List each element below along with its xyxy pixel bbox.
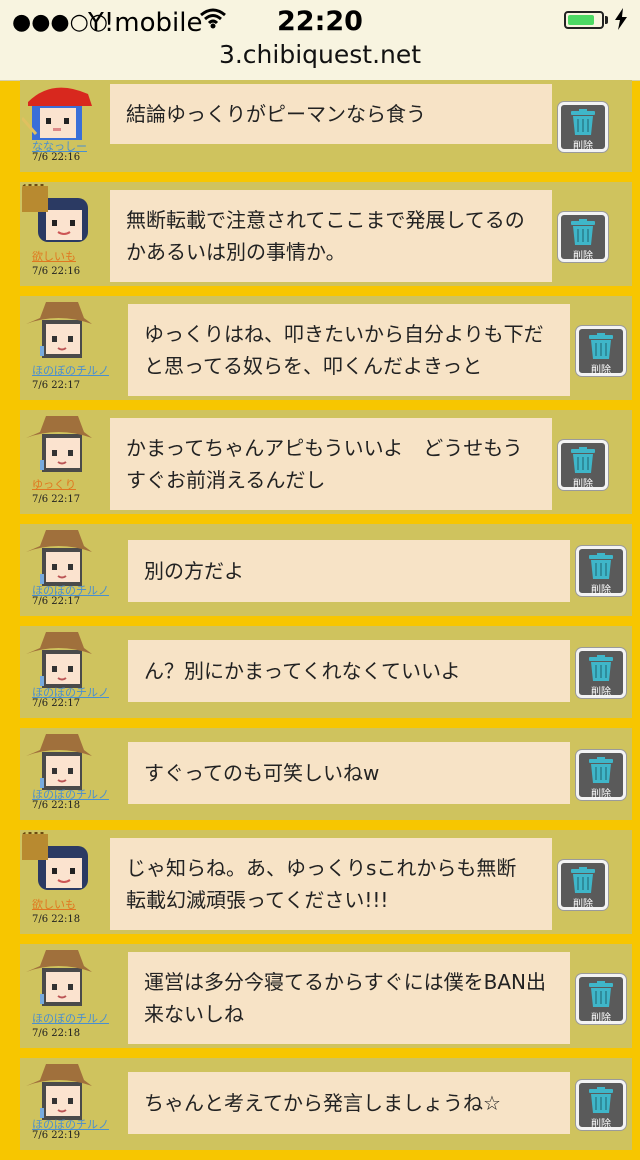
message-bubble: 運営は多分今寝てるからすぐには僕をBAN出来ないしね xyxy=(128,952,570,1044)
bolt-icon xyxy=(614,8,628,35)
cowboy-hat-avatar[interactable] xyxy=(22,730,96,792)
crowned-avatar[interactable] xyxy=(22,184,96,246)
delete-label: 削除 xyxy=(573,141,593,152)
trash-icon xyxy=(585,1083,617,1119)
delete-button[interactable]: 削除 xyxy=(576,974,626,1024)
message-feed: ななっしー 7/6 22:16 結論ゆっくりがピーマンなら食う 削除 欲しいも 7/6 2… xyxy=(20,80,632,1160)
delete-button[interactable]: 削除 xyxy=(558,102,608,152)
delete-button[interactable]: 削除 xyxy=(558,440,608,490)
trash-icon xyxy=(585,549,617,585)
trash-icon xyxy=(585,977,617,1013)
list-item: ほのぼのチルノ 7/6 22:17 別の方だよ 削除 xyxy=(20,524,632,616)
delete-button[interactable]: 削除 xyxy=(558,860,608,910)
message-text: 別の方だよ xyxy=(144,559,244,583)
delete-button[interactable]: 削除 xyxy=(558,212,608,262)
delete-label: 削除 xyxy=(591,1013,611,1024)
trash-icon xyxy=(567,443,599,479)
battery-tip xyxy=(605,16,608,24)
clock: 22:20 xyxy=(277,6,363,37)
cowboy-hat-avatar[interactable] xyxy=(22,946,96,1008)
list-item: ななっしー 7/6 22:16 結論ゆっくりがピーマンなら食う 削除 xyxy=(20,80,632,172)
message-text: ん？別にかまってくれなくていいよ xyxy=(144,659,461,683)
list-item: 欲しいも 7/6 22:18 じゃ知らね。あ、ゆっくりsこれからも無断転載幻滅頑張っ… xyxy=(20,830,632,934)
message-text: ゆっくりはね、叩きたいから自分よりも下だと思ってる奴らを、叩くんだよきっと xyxy=(144,322,544,378)
address-bar-url[interactable]: 3.chibiquest.net xyxy=(0,40,640,69)
message-text: すぐってのも可笑しいねw xyxy=(144,761,380,785)
message-text: ちゃんと考えてから発言しましょうね☆ xyxy=(144,1091,501,1115)
message-bubble: すぐってのも可笑しいねw xyxy=(128,742,570,804)
timestamp: 7/6 22:17 xyxy=(32,494,81,505)
message-bubble: 別の方だよ xyxy=(128,540,570,602)
user-name-link[interactable]: 欲しいも xyxy=(32,248,76,264)
list-item: ゆっくり 7/6 22:17 かまってちゃんアピもういいよ どうせもうすぐお前消える… xyxy=(20,410,632,514)
user-name-link[interactable]: ほのぼのチルノ xyxy=(32,1010,109,1026)
delete-button[interactable]: 削除 xyxy=(576,546,626,596)
delete-label: 削除 xyxy=(573,899,593,910)
cowboy-hat-avatar[interactable] xyxy=(22,628,96,690)
red-bandana-avatar[interactable] xyxy=(22,82,96,144)
delete-label: 削除 xyxy=(591,585,611,596)
message-bubble: かまってちゃんアピもういいよ どうせもうすぐお前消えるんだし xyxy=(110,418,552,510)
delete-button[interactable]: 削除 xyxy=(576,1080,626,1130)
cowboy-hat-avatar[interactable] xyxy=(22,298,96,360)
message-text: 結論ゆっくりがピーマンなら食う xyxy=(126,102,426,126)
trash-icon xyxy=(567,105,599,141)
trash-icon xyxy=(567,863,599,899)
delete-button[interactable]: 削除 xyxy=(576,326,626,376)
crowned-avatar[interactable] xyxy=(22,832,96,894)
message-bubble: 無断転載で注意されてここまで発展してるのかあるいは別の事情か。 xyxy=(110,190,552,282)
list-item: ほのぼのチルノ 7/6 22:17 ゆっくりはね、叩きたいから自分よりも下だと思って… xyxy=(20,296,632,400)
trash-icon xyxy=(567,215,599,251)
trash-icon xyxy=(585,753,617,789)
user-name-link[interactable]: 欲しいも xyxy=(32,896,76,912)
battery-level xyxy=(568,15,594,25)
delete-label: 削除 xyxy=(591,687,611,698)
timestamp: 7/6 22:17 xyxy=(32,698,81,709)
timestamp: 7/6 22:17 xyxy=(32,380,81,391)
message-bubble: 結論ゆっくりがピーマンなら食う xyxy=(110,84,552,144)
delete-label: 削除 xyxy=(591,789,611,800)
timestamp: 7/6 22:18 xyxy=(32,800,81,811)
timestamp: 7/6 22:18 xyxy=(32,914,81,925)
delete-label: 削除 xyxy=(591,1119,611,1130)
delete-button[interactable]: 削除 xyxy=(576,750,626,800)
timestamp: 7/6 22:16 xyxy=(32,266,81,277)
delete-label: 削除 xyxy=(573,479,593,490)
list-item: ほのぼのチルノ 7/6 22:18 運営は多分今寝てるからすぐには僕をBAN出来ない… xyxy=(20,944,632,1048)
message-bubble: ゆっくりはね、叩きたいから自分よりも下だと思ってる奴らを、叩くんだよきっと xyxy=(128,304,570,396)
timestamp: 7/6 22:17 xyxy=(32,596,81,607)
trash-icon xyxy=(585,651,617,687)
timestamp: 7/6 22:16 xyxy=(32,152,81,163)
delete-button[interactable]: 削除 xyxy=(576,648,626,698)
battery-icon xyxy=(564,11,604,29)
cowboy-hat-avatar[interactable] xyxy=(22,412,96,474)
list-item: ほのぼのチルノ 7/6 22:17 ん？別にかまってくれなくていいよ 削除 xyxy=(20,626,632,718)
list-item: 欲しいも 7/6 22:16 無断転載で注意されてここまで発展してるのかあるいは別の… xyxy=(20,182,632,286)
timestamp: 7/6 22:18 xyxy=(32,1028,81,1039)
delete-label: 削除 xyxy=(591,365,611,376)
message-text: かまってちゃんアピもういいよ どうせもうすぐお前消えるんだし xyxy=(126,436,523,492)
list-item: ほのぼのチルノ 7/6 22:19 ちゃんと考えてから発言しましょうね☆ 削除 xyxy=(20,1058,632,1150)
message-bubble: ちゃんと考えてから発言しましょうね☆ xyxy=(128,1072,570,1134)
message-text: 無断転載で注意されてここまで発展してるのかあるいは別の事情か。 xyxy=(126,208,525,264)
status-bar: ●●●○○ Y!mobile 22:20 3.chibiquest.net xyxy=(0,0,640,81)
list-item: ほのぼのチルノ 7/6 22:18 すぐってのも可笑しいねw 削除 xyxy=(20,728,632,820)
delete-label: 削除 xyxy=(573,251,593,262)
cowboy-hat-avatar[interactable] xyxy=(22,526,96,588)
cowboy-hat-avatar[interactable] xyxy=(22,1060,96,1122)
message-bubble: じゃ知らね。あ、ゆっくりsこれからも無断転載幻滅頑張ってください!!! xyxy=(110,838,552,930)
user-name-link[interactable]: ゆっくり xyxy=(32,476,76,492)
user-name-link[interactable]: ほのぼのチルノ xyxy=(32,362,109,378)
message-text: じゃ知らね。あ、ゆっくりsこれからも無断転載幻滅頑張ってください!!! xyxy=(126,856,517,912)
message-bubble: ん？別にかまってくれなくていいよ xyxy=(128,640,570,702)
message-text: 運営は多分今寝てるからすぐには僕をBAN出来ないしね xyxy=(144,970,546,1026)
trash-icon xyxy=(585,329,617,365)
